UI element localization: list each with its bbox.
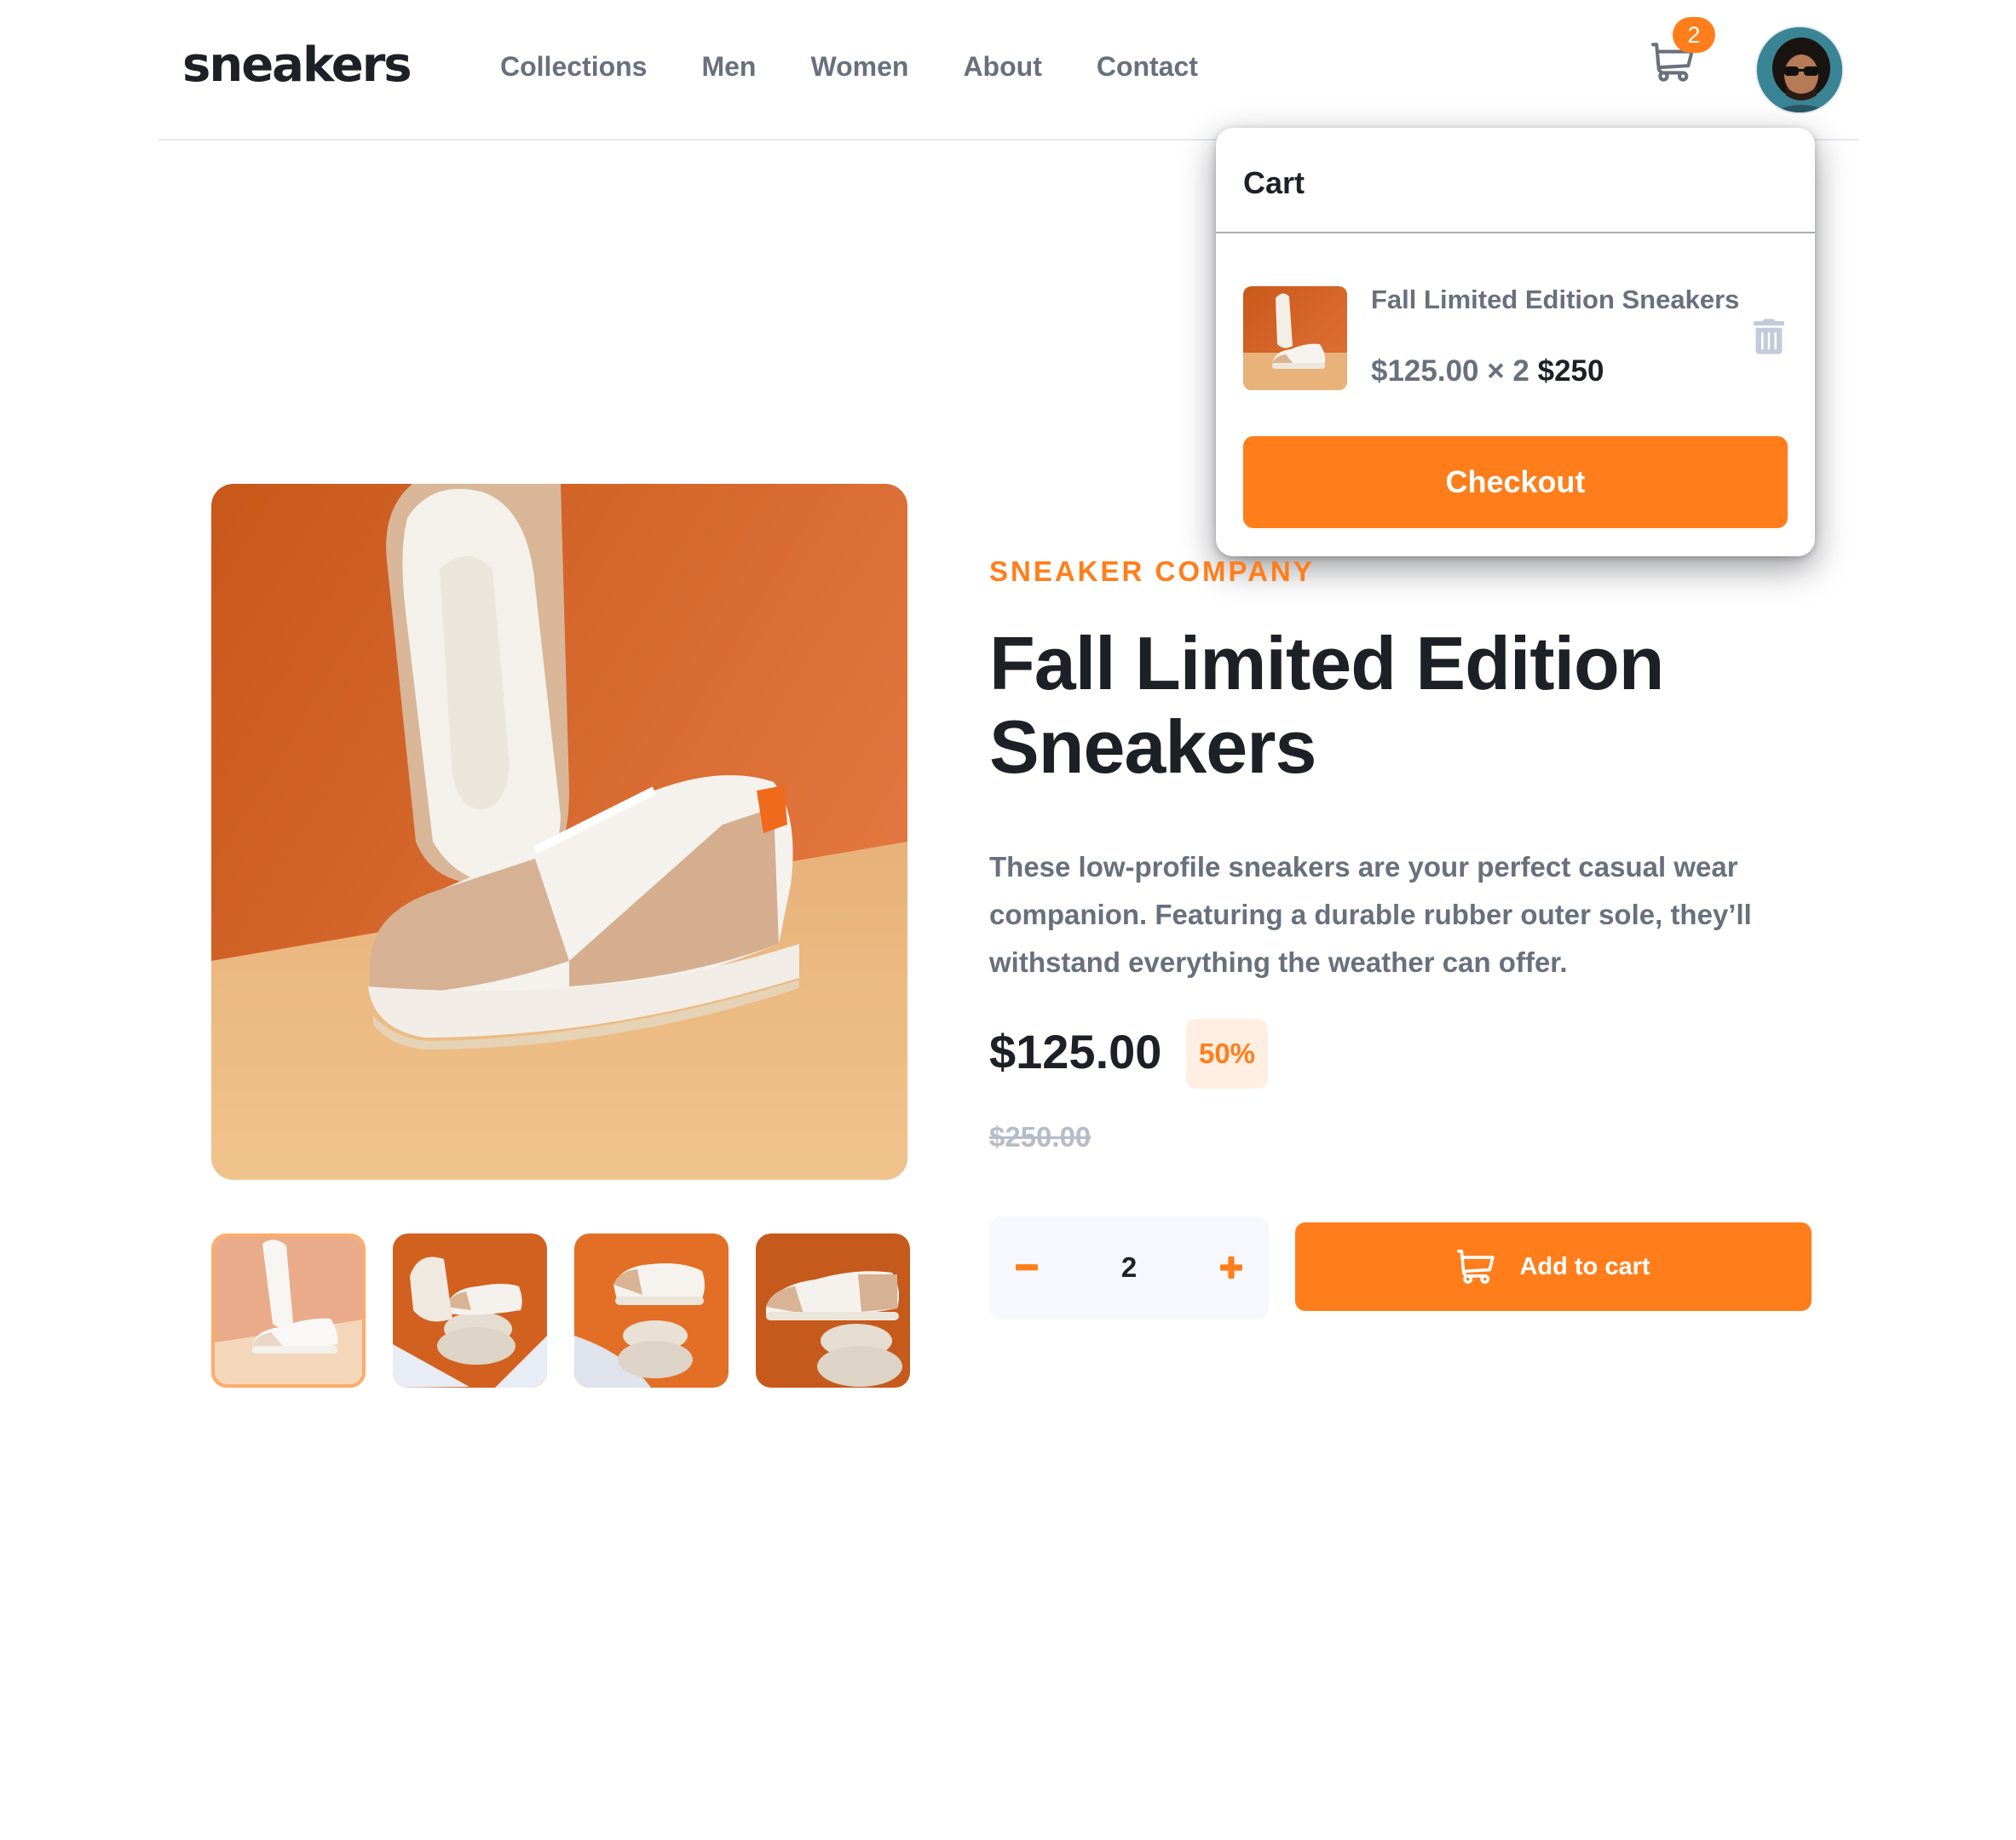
cart-dropdown: Cart Fall Limited Edition Sneakers $125.… xyxy=(1216,128,1815,556)
thumbnail-2[interactable] xyxy=(393,1233,547,1388)
cart-item-unit-price: $125.00 × 2 xyxy=(1371,354,1529,388)
quantity-stepper: 2 xyxy=(989,1216,1269,1320)
nav-item-women[interactable]: Women xyxy=(810,51,908,83)
cart-item-total: $250 xyxy=(1537,354,1604,388)
site-header: sneakers Collections Men Women About Con… xyxy=(158,0,1859,141)
cart-item-name: Fall Limited Edition Sneakers xyxy=(1371,285,1740,314)
thumbnail-4[interactable] xyxy=(756,1233,910,1388)
cart-item-image xyxy=(1243,286,1347,390)
plus-icon[interactable] xyxy=(1206,1242,1257,1293)
company-label: SNEAKER COMPANY xyxy=(989,555,1315,587)
checkout-button[interactable]: Checkout xyxy=(1243,436,1788,528)
logo[interactable]: sneakers xyxy=(182,37,412,93)
product-title: Fall Limited Edition Sneakers xyxy=(989,621,1665,789)
nav-item-contact[interactable]: Contact xyxy=(1097,51,1198,83)
current-price: $125.00 xyxy=(989,1025,1162,1078)
minus-icon[interactable] xyxy=(1001,1242,1052,1293)
main-nav: Collections Men Women About Contact xyxy=(500,51,1198,83)
avatar[interactable] xyxy=(1755,26,1844,114)
nav-item-about[interactable]: About xyxy=(963,51,1041,83)
original-price: $250.00 xyxy=(989,1121,1092,1153)
thumbnail-1[interactable] xyxy=(211,1233,366,1388)
nav-item-men[interactable]: Men xyxy=(701,51,756,83)
cart-count-badge: 2 xyxy=(1673,17,1715,53)
add-to-cart-button[interactable]: Add to cart xyxy=(1295,1222,1812,1311)
quantity-value: 2 xyxy=(1120,1251,1138,1283)
cart-item-price: $125.00 × 2 $250 xyxy=(1371,354,1604,388)
cart-divider xyxy=(1216,232,1815,233)
thumbnail-strip xyxy=(211,1233,910,1388)
cart-icon xyxy=(1457,1250,1495,1284)
trash-icon[interactable] xyxy=(1754,318,1784,355)
cart-title: Cart xyxy=(1243,165,1305,200)
discount-badge: 50% xyxy=(1186,1019,1268,1089)
nav-item-collections[interactable]: Collections xyxy=(500,51,647,83)
product-description: These low-profile sneakers are your perf… xyxy=(989,851,1752,978)
add-to-cart-label: Add to cart xyxy=(1519,1252,1650,1280)
thumbnail-3[interactable] xyxy=(574,1233,729,1388)
product-main-image[interactable] xyxy=(211,484,907,1180)
